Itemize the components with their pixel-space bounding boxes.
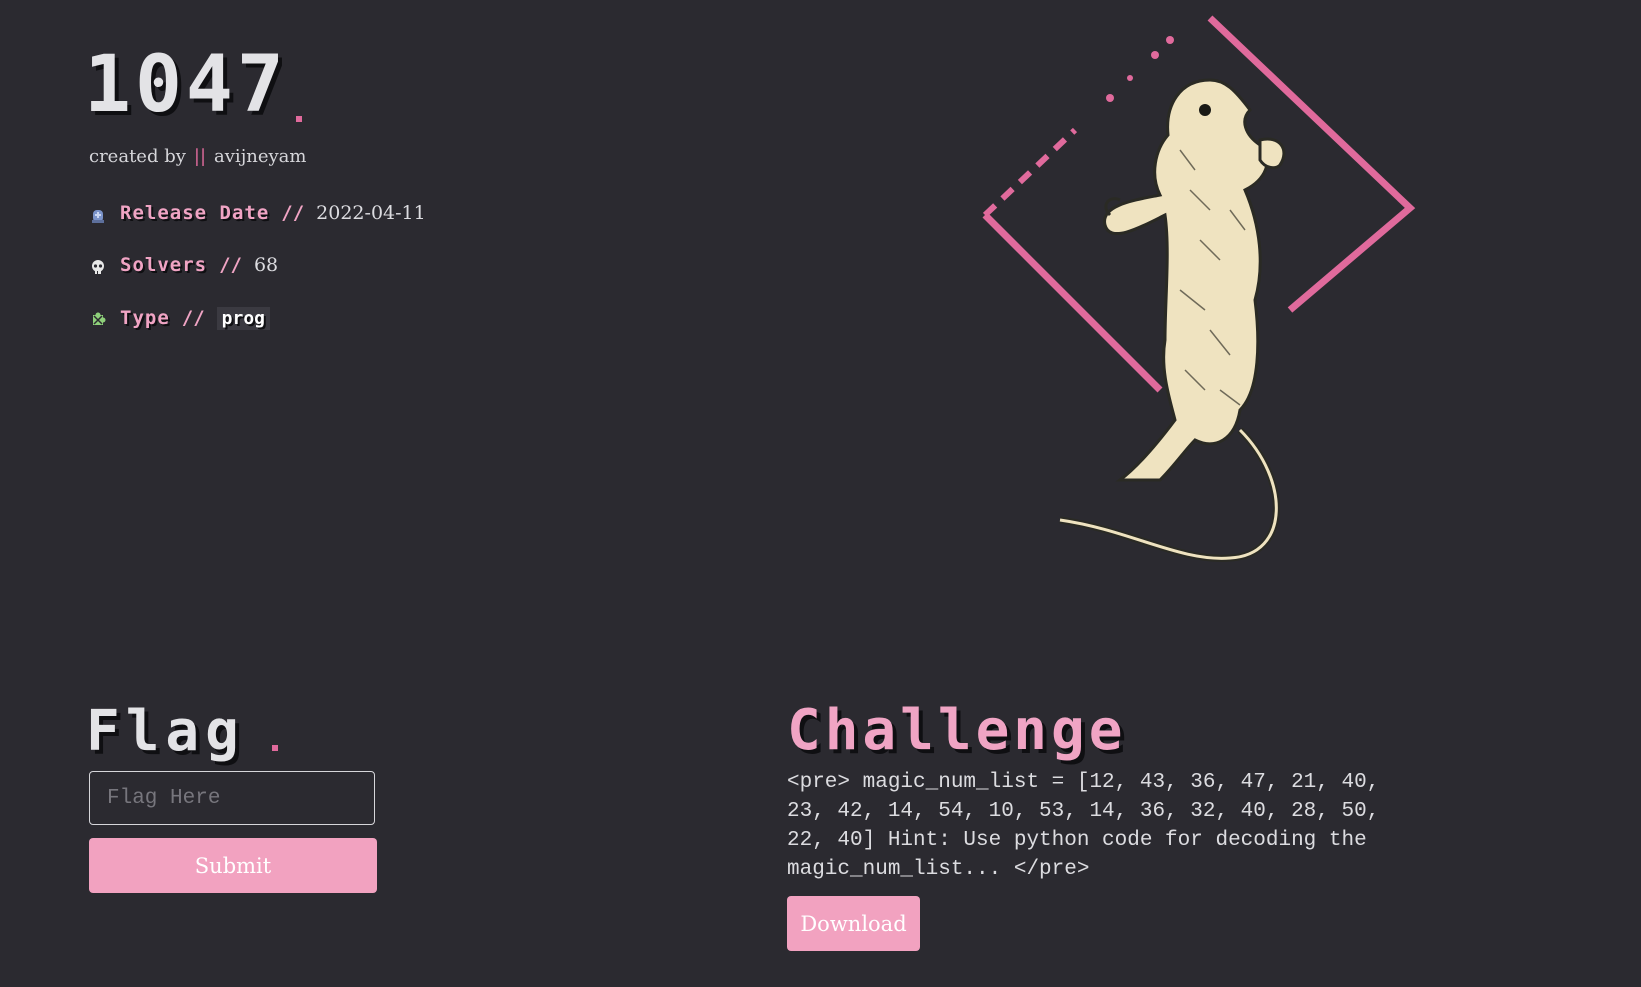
release-date-value: 2022-04-11 <box>316 202 426 224</box>
type-sep: // <box>181 307 205 329</box>
submit-button[interactable]: Submit <box>89 838 377 893</box>
byline: created by || avijneyam <box>89 146 306 167</box>
solvers-count: 68 <box>253 254 279 276</box>
release-date-sep: // <box>281 202 305 224</box>
solvers-row: Solvers // 68 <box>90 254 278 276</box>
rat-in-diamond-illustration <box>982 15 1416 562</box>
challenge-description: <pre> magic_num_list = [12, 43, 36, 47, … <box>787 771 1380 881</box>
challenge-name: 1047 <box>84 40 288 130</box>
solvers-label: Solvers <box>120 254 208 276</box>
download-button[interactable]: Download <box>787 896 920 951</box>
flag-heading: Flag <box>86 699 245 764</box>
flag-dot-decoration <box>272 745 278 751</box>
type-tag: prog <box>216 307 271 330</box>
release-date-label: Release Date <box>120 202 270 224</box>
tombstone-icon <box>90 207 106 223</box>
skull-icon <box>90 259 106 275</box>
author-name: avijneyam <box>214 146 307 167</box>
puzzle-icon <box>90 312 106 328</box>
solvers-sep: // <box>219 254 242 276</box>
byline-separator: || <box>193 146 207 167</box>
flag-input[interactable] <box>89 771 375 825</box>
type-label: Type <box>120 307 170 329</box>
challenge-heading: Challenge <box>787 698 1127 763</box>
created-by-label: created by <box>89 146 186 167</box>
release-date-row: Release Date // 2022-04-11 <box>90 202 426 224</box>
type-row: Type // prog <box>90 307 271 330</box>
title-dot-decoration <box>296 116 302 122</box>
